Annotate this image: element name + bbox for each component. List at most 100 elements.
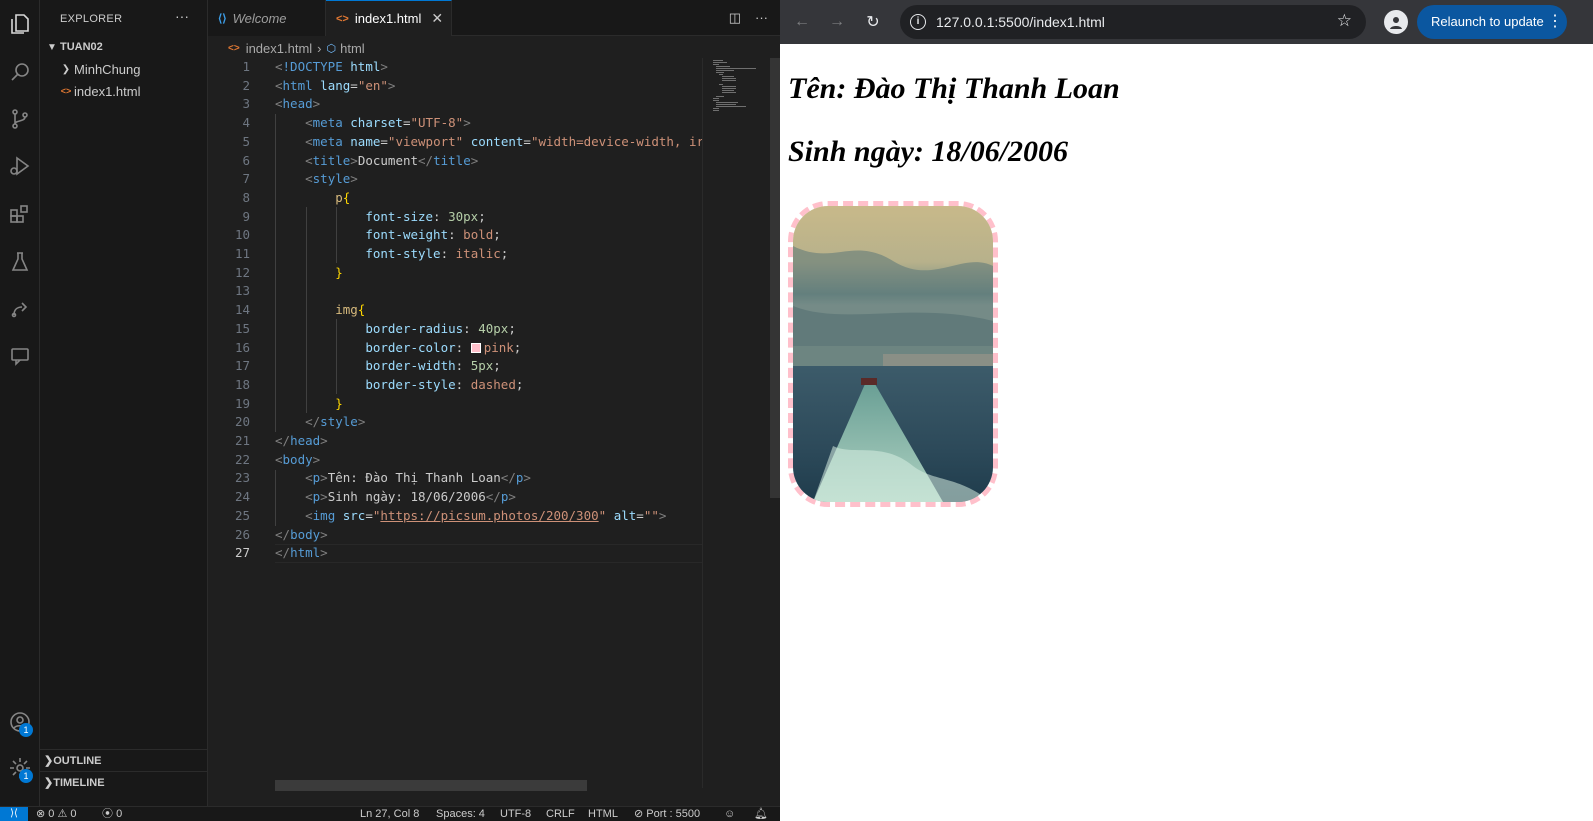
- bookmark-star-icon[interactable]: ☆: [1337, 11, 1352, 31]
- tree-item-minhchung[interactable]: ❯ MinhChung: [40, 58, 207, 80]
- status-bar: ⟩⟨ ⊗ 0 ⚠ 0 ⦿ 0 Ln 27, Col 8 Spaces: 4 UT…: [0, 806, 780, 821]
- code-editor[interactable]: 1 2 3 4 5 6 7 8 9 10 11 12 13 14 15 16 1…: [208, 58, 702, 778]
- url-text[interactable]: 127.0.0.1:5500/index1.html: [936, 5, 1105, 39]
- chevron-right-icon: ❯: [44, 777, 54, 789]
- remote-explorer-icon[interactable]: [4, 293, 36, 325]
- code-line: </html>: [275, 545, 328, 561]
- testing-icon[interactable]: [4, 246, 36, 278]
- outline-label: OUTLINE: [53, 754, 102, 767]
- search-icon[interactable]: [4, 56, 36, 88]
- code-line: <html lang="en">: [275, 77, 396, 93]
- encoding[interactable]: UTF-8: [500, 807, 531, 821]
- back-arrow-icon[interactable]: ←: [792, 12, 812, 32]
- tree-item-index1[interactable]: <> index1.html: [40, 80, 207, 102]
- close-icon[interactable]: ✕: [431, 10, 443, 27]
- code-line: </head>: [275, 433, 328, 448]
- reload-icon[interactable]: ↻: [863, 12, 883, 32]
- indentation[interactable]: Spaces: 4: [436, 807, 485, 821]
- more-actions-icon[interactable]: ···: [175, 8, 189, 24]
- line-number: 2: [242, 77, 250, 93]
- timeline-label: TIMELINE: [53, 776, 105, 789]
- name-paragraph: Tên: Đào Thị Thanh Loan: [788, 72, 1120, 105]
- timeline-section[interactable]: ❯ TIMELINE: [40, 771, 207, 793]
- copilot-icon[interactable]: ☺: [724, 807, 735, 821]
- chevron-right-icon: ❯: [44, 755, 54, 767]
- chat-icon[interactable]: [4, 340, 36, 372]
- line-number: 26: [234, 526, 250, 542]
- line-number: 19: [234, 395, 250, 411]
- html-file-icon: <>: [228, 42, 240, 54]
- run-debug-icon[interactable]: [4, 150, 36, 182]
- line-number: 1: [242, 59, 250, 74]
- split-editor-icon[interactable]: ◫: [729, 10, 741, 26]
- chevron-down-icon: ▼: [47, 41, 57, 53]
- forward-arrow-icon[interactable]: →: [827, 12, 847, 32]
- code-line: <meta charset="UTF-8">: [305, 115, 471, 131]
- explorer-icon[interactable]: [4, 8, 36, 40]
- outline-section[interactable]: ❯ OUTLINE: [40, 749, 207, 771]
- breadcrumb-symbol[interactable]: html: [340, 41, 365, 56]
- horizontal-scrollbar[interactable]: [275, 780, 587, 791]
- tab-index1[interactable]: <> index1.html ✕: [326, 0, 452, 36]
- line-number: 17: [234, 358, 250, 374]
- folder-tuan02[interactable]: ▼ TUAN02: [40, 36, 207, 58]
- line-number: 6: [242, 152, 250, 168]
- language-mode[interactable]: HTML: [588, 807, 618, 821]
- vertical-scrollbar[interactable]: [770, 58, 780, 498]
- line-number: 8: [242, 189, 250, 205]
- code-line: </style>: [305, 414, 366, 430]
- color-swatch[interactable]: [470, 342, 481, 353]
- line-number: 21: [234, 433, 250, 448]
- more-actions-icon[interactable]: ···: [755, 10, 768, 26]
- html-file-icon: <>: [336, 12, 349, 25]
- code-line: border-style: dashed;: [365, 376, 524, 392]
- accounts-badge: 1: [19, 723, 33, 737]
- code-line: <p>Sinh ngày: 18/06/2006</p>: [305, 489, 516, 505]
- ports-indicator[interactable]: ⦿ 0: [102, 807, 122, 821]
- minimap[interactable]: [702, 58, 772, 788]
- line-number: 18: [234, 376, 250, 392]
- line-number: 25: [234, 507, 250, 523]
- extensions-icon[interactable]: [4, 198, 36, 230]
- html-file-icon: <>: [60, 86, 72, 96]
- vscode-window: 1 1 EXPLORER ··· ▼ TUAN02 ❯ MinhChung <>…: [0, 0, 780, 821]
- line-number: 16: [234, 339, 250, 355]
- profile-avatar-icon[interactable]: [1384, 10, 1408, 34]
- cursor-position[interactable]: Ln 27, Col 8: [360, 807, 419, 821]
- problems-indicator[interactable]: ⊗ 0 ⚠ 0: [36, 807, 77, 821]
- tab-welcome[interactable]: ⟨⟩ Welcome: [208, 0, 326, 36]
- source-control-icon[interactable]: [4, 103, 36, 135]
- address-bar[interactable]: i 127.0.0.1:5500/index1.html ☆: [900, 5, 1366, 39]
- info-icon[interactable]: i: [910, 14, 926, 30]
- symbol-icon: ⬡: [326, 42, 337, 55]
- seascape-picture: [793, 206, 993, 502]
- settings-gear-icon[interactable]: 1: [4, 752, 36, 784]
- chevron-right-icon: ❯: [61, 63, 71, 75]
- accounts-icon[interactable]: 1: [4, 706, 36, 738]
- code-line: <style>: [305, 171, 358, 187]
- editor-actions: ◫ ···: [729, 10, 768, 26]
- kebab-menu-icon[interactable]: ⋮: [1547, 5, 1563, 39]
- line-number: 10: [234, 227, 250, 243]
- code-line: font-weight: bold;: [365, 227, 501, 243]
- editor-area: ⟨⟩ Welcome <> index1.html ✕ ◫ ··· <> ind…: [208, 0, 780, 806]
- warning-count: 0: [70, 808, 77, 820]
- code-line: <meta name="viewport" content="width=dev…: [305, 133, 702, 149]
- line-number: 23: [234, 470, 250, 486]
- line-number: 9: [242, 208, 250, 224]
- code-line: font-size: 30px;: [365, 208, 486, 224]
- line-number: 27: [234, 545, 250, 561]
- line-number: 7: [242, 171, 250, 187]
- relaunch-button[interactable]: Relaunch to update: [1417, 5, 1567, 39]
- breadcrumb-file[interactable]: index1.html: [246, 41, 312, 56]
- tree-item-label: MinhChung: [74, 61, 141, 77]
- code-line: }: [335, 395, 343, 411]
- code-line: font-style: italic;: [365, 246, 509, 261]
- code-link[interactable]: https://picsum.photos/200/300: [380, 508, 598, 523]
- code-line: <!DOCTYPE html>: [275, 59, 388, 74]
- live-server-port[interactable]: ⊘ Port : 5500: [634, 807, 700, 821]
- code-line: border-radius: 40px;: [365, 320, 516, 336]
- remote-indicator-icon[interactable]: ⟩⟨: [0, 807, 28, 821]
- notifications-bell-icon[interactable]: 🔔︎: [754, 807, 768, 821]
- line-ending[interactable]: CRLF: [546, 807, 575, 821]
